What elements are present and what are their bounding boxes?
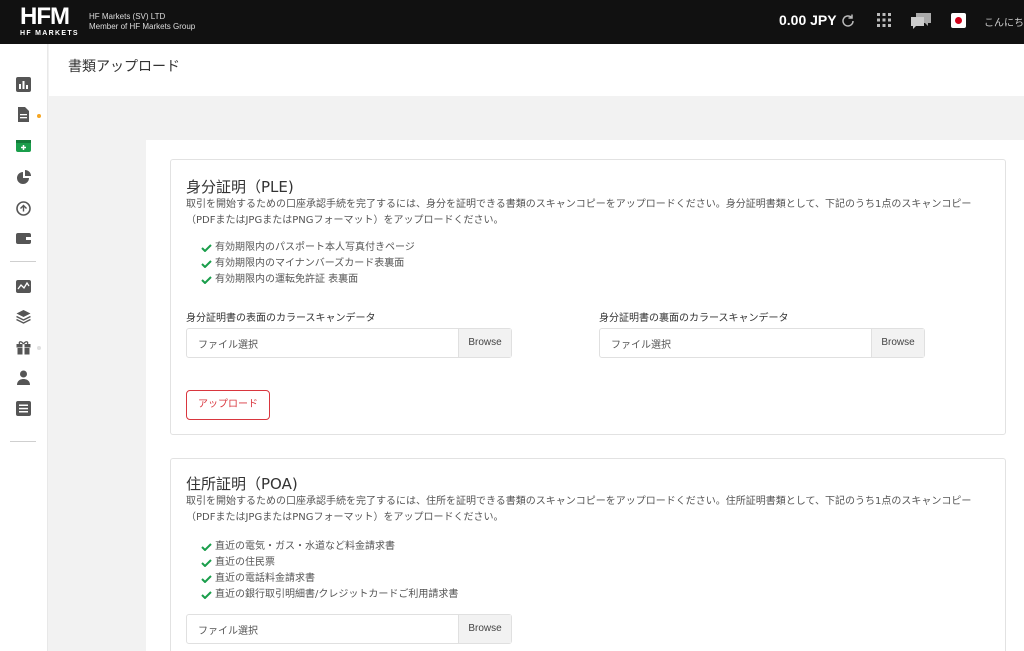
check-icon [201, 244, 212, 252]
check-icon [201, 543, 212, 551]
address-proof-description: 取引を開始するための口座承認手続を完了するには、住所を証明できる書類のスキャンコ… [186, 496, 972, 523]
page-header: 書類アップロード [49, 44, 1024, 96]
list-item: 有効期限内のパスポート本人写真付きページ [201, 240, 415, 256]
list-icon[interactable] [16, 401, 31, 416]
address-document-list: 直近の電気・ガス・水道など料金請求書 直近の住民票 直近の電話料金請求書 直近の… [201, 539, 458, 603]
list-item: 直近の銀行取引明細書/クレジットカードご利用請求書 [201, 587, 458, 603]
layers-icon[interactable] [16, 309, 31, 324]
address-proof-card: 住所証明（POA) 取引を開始するための口座承認手続を完了するには、住所を証明で… [170, 458, 1006, 651]
company-name: HF Markets (SV) LTD [89, 12, 166, 21]
front-file-input[interactable]: ファイル選択 Browse [186, 328, 512, 358]
account-balance: 0.00 JPY [779, 12, 837, 28]
address-browse-button[interactable]: Browse [458, 615, 511, 643]
line-chart-icon[interactable] [16, 279, 31, 294]
identity-document-list: 有効期限内のパスポート本人写真付きページ 有効期限内のマイナンバーズカード表裏面… [201, 240, 415, 288]
transfer-icon[interactable] [16, 201, 31, 216]
sidebar [0, 44, 48, 651]
pie-chart-icon[interactable] [16, 170, 31, 185]
list-item: 直近の電話料金請求書 [201, 571, 458, 587]
refresh-icon[interactable] [840, 13, 856, 29]
list-item: 有効期限内のマイナンバーズカード表裏面 [201, 256, 415, 272]
gift-indicator-dot [37, 346, 41, 350]
check-icon [201, 575, 212, 583]
list-item: 直近の電気・ガス・水道など料金請求書 [201, 539, 458, 555]
identity-proof-title: 身分証明（PLE) [186, 178, 294, 196]
back-scan-label: 身分証明書の裏面のカラースキャンデータ [599, 313, 789, 324]
list-item: 有効期限内の運転免許証 表裏面 [201, 272, 415, 288]
back-browse-button[interactable]: Browse [871, 329, 924, 357]
user-icon[interactable] [16, 370, 31, 385]
user-greeting[interactable]: こんにち [984, 14, 1024, 29]
check-icon [201, 260, 212, 268]
apps-grid-icon[interactable] [877, 13, 891, 27]
logo-main-text: HFM [20, 3, 70, 30]
logo-sub-text: HF MARKETS [20, 30, 79, 37]
address-proof-title: 住所証明（POA) [186, 475, 298, 493]
back-file-input[interactable]: ファイル選択 Browse [599, 328, 925, 358]
gift-icon[interactable] [16, 340, 31, 355]
check-icon [201, 559, 212, 567]
address-file-placeholder: ファイル選択 [198, 626, 258, 637]
hfm-logo[interactable]: HFM HF MARKETS [20, 3, 82, 38]
check-icon [201, 591, 212, 599]
company-group: Member of HF Markets Group [89, 22, 196, 31]
check-icon [201, 276, 212, 284]
main-content: 身分証明（PLE) 取引を開始するための口座承認手続を完了するには、身分を証明で… [146, 140, 1024, 651]
front-file-placeholder: ファイル選択 [198, 340, 258, 351]
sidebar-divider [10, 441, 36, 442]
japan-flag-icon[interactable] [951, 13, 966, 28]
wallet-add-icon[interactable] [16, 138, 31, 153]
front-scan-label: 身分証明書の表面のカラースキャンデータ [186, 313, 376, 324]
list-item: 直近の住民票 [201, 555, 458, 571]
identity-proof-card: 身分証明（PLE) 取引を開始するための口座承認手続を完了するには、身分を証明で… [170, 159, 1006, 435]
notification-dot [37, 114, 41, 118]
wallet-icon[interactable] [16, 231, 31, 246]
sidebar-divider [10, 261, 36, 262]
upload-button[interactable]: アップロード [186, 390, 270, 420]
identity-proof-description: 取引を開始するための口座承認手続を完了するには、身分を証明できる書類のスキャンコ… [186, 199, 972, 226]
document-icon[interactable] [16, 107, 31, 122]
company-info: HF Markets (SV) LTD Member of HF Markets… [89, 12, 195, 32]
address-file-input[interactable]: ファイル選択 Browse [186, 614, 512, 644]
bar-chart-icon[interactable] [16, 77, 31, 92]
back-file-placeholder: ファイル選択 [611, 340, 671, 351]
chat-icon[interactable] [910, 12, 932, 30]
page-title: 書類アップロード [68, 59, 180, 75]
front-browse-button[interactable]: Browse [458, 329, 511, 357]
top-bar: HFM HF MARKETS HF Markets (SV) LTD Membe… [0, 0, 1024, 44]
